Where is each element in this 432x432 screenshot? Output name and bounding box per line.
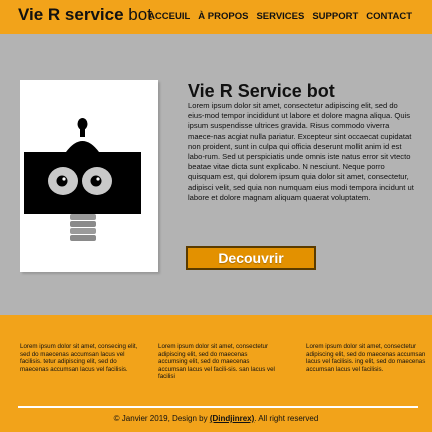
copyright-suffix: . All right reserved [254,414,319,423]
brand-name-bold: Vie R service [18,5,124,24]
main-nav: ACCEUIL À PROPOS SERVICES SUPPORT CONTAC… [148,11,412,22]
brand-logo[interactable]: Vie R service bot [18,5,152,25]
hero-title: Vie R Service bot [188,81,335,101]
site-header: Vie R service bot ACCEUIL À PROPOS SERVI… [0,0,432,34]
nav-a-propos[interactable]: À PROPOS [198,11,248,22]
author-link[interactable]: (Dindjinrex) [210,414,254,423]
footer-column-1: Lorem ipsum dolor sit amet, consecing el… [20,343,138,373]
nav-acceuil[interactable]: ACCEUIL [148,11,190,22]
copyright: © Janvier 2019, Design by (Dindjinrex). … [0,414,432,423]
footer-divider [18,406,418,408]
decouvrir-button[interactable]: Decouvrir [186,246,316,270]
hero-section: Vie R Service bot Lorem ipsum dolor sit … [0,34,432,315]
robot-icon [24,118,141,241]
footer-column-2: Lorem ipsum dolor sit amet, consectetur … [158,343,275,381]
copyright-prefix: © Janvier 2019, Design by [113,414,210,423]
nav-contact[interactable]: CONTACT [366,11,412,22]
nav-support[interactable]: SUPPORT [312,11,358,22]
nav-services[interactable]: SERVICES [256,11,304,22]
footer-column-3: Lorem ipsum dolor sit amet, consectetur … [306,343,426,373]
hero-image [20,80,158,272]
hero-description: Lorem ipsum dolor sit amet, consectetur … [188,101,414,202]
